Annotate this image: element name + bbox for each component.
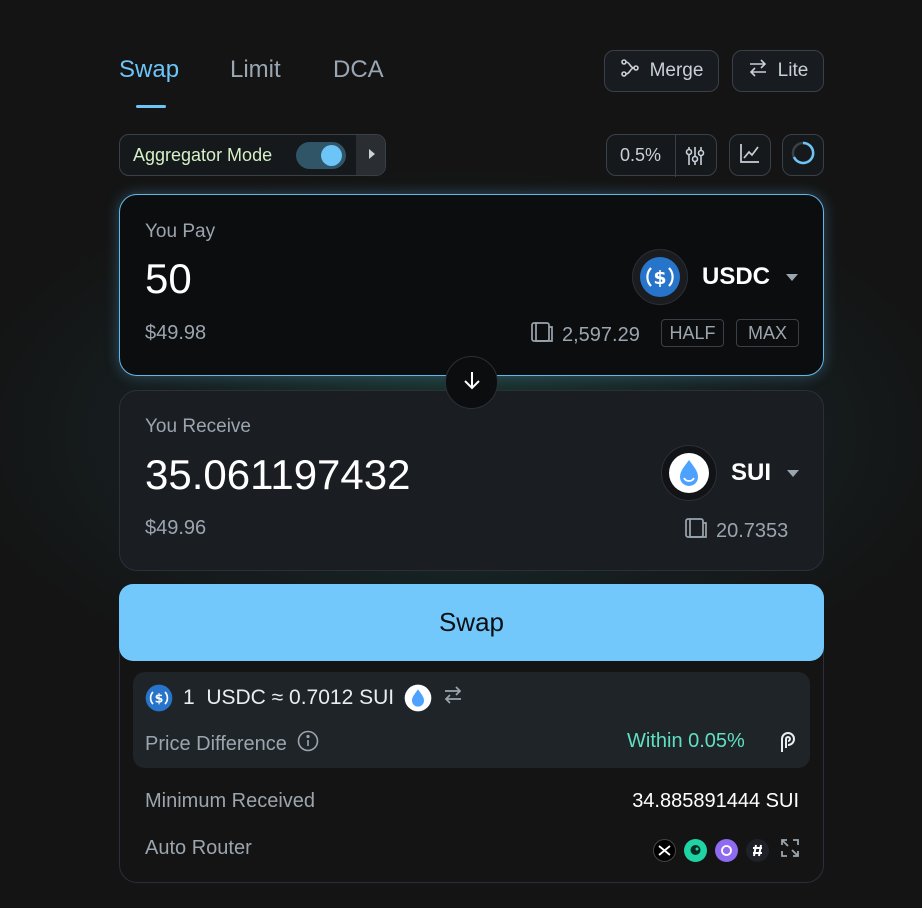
half-button[interactable]: HALF (661, 319, 724, 347)
refresh-button[interactable] (782, 134, 824, 176)
wallet-icon (530, 320, 554, 350)
aggregator-mode-control: Aggregator Mode (119, 134, 386, 176)
price-difference-value: Within 0.05% (627, 730, 745, 752)
pyth-oracle-icon (777, 728, 799, 759)
pay-balance-value: 2,597.29 (562, 323, 640, 346)
dex-ring-icon (715, 839, 738, 862)
sliders-icon (683, 144, 707, 173)
usdc-icon: $ (145, 684, 173, 712)
chevron-down-icon (786, 273, 799, 281)
max-button[interactable]: MAX (736, 319, 799, 347)
price-difference-label: Price Difference (145, 732, 287, 755)
aggregator-mode-toggle[interactable] (296, 142, 346, 169)
lite-label: Lite (777, 60, 809, 81)
tab-dca[interactable]: DCA (333, 56, 384, 84)
flip-tokens-button[interactable] (445, 356, 498, 409)
receive-balance-value: 20.7353 (716, 519, 789, 542)
wallet-icon (684, 516, 708, 546)
dex-stripes-icon (746, 839, 769, 862)
sui-icon (404, 684, 432, 712)
exchange-rate-text: 1 USDC ≈ 0.7012 SUI (183, 686, 395, 709)
sui-icon (661, 445, 717, 501)
exchange-rate: $ 1 USDC ≈ 0.7012 SUI (145, 684, 464, 712)
info-icon[interactable] (297, 730, 319, 758)
receive-token-name: SUI (731, 459, 772, 486)
svg-text:$: $ (155, 691, 164, 706)
merge-button[interactable]: Merge (604, 50, 719, 92)
pay-label: You Pay (145, 221, 216, 242)
price-difference-row: Price Difference (145, 730, 319, 758)
pay-card: You Pay 50 $49.98 $ USDC 2,597.29 HALF M… (119, 194, 824, 376)
receive-label: You Receive (145, 416, 251, 437)
expand-icon[interactable] (779, 837, 801, 864)
chevron-down-icon (787, 469, 800, 477)
pay-amount-input[interactable]: 50 (145, 255, 192, 303)
slippage-control[interactable]: 0.5% (606, 134, 717, 177)
arrow-down-icon (461, 369, 483, 396)
dex-bubble-icon (684, 839, 707, 862)
expand-button[interactable] (356, 135, 385, 175)
pay-balance: 2,597.29 (530, 320, 640, 350)
receive-card: You Receive 35.061197432 $49.96 SUI 20.7… (119, 390, 824, 571)
slippage-value: 0.5% (620, 145, 662, 165)
pay-token-name: USDC (702, 263, 771, 290)
refresh-timer-icon (790, 140, 816, 171)
swap-arrows-icon (748, 58, 768, 84)
pay-usd-value: $49.98 (145, 322, 207, 344)
receive-balance: 20.7353 (684, 516, 788, 546)
merge-icon (620, 58, 640, 84)
tab-limit[interactable]: Limit (230, 56, 281, 84)
merge-label: Merge (649, 60, 704, 81)
svg-text:$: $ (653, 267, 666, 289)
aggregator-mode-label: Aggregator Mode (133, 145, 273, 165)
minimum-received-label: Minimum Received (145, 790, 316, 812)
pay-token-selector[interactable]: $ USDC (632, 249, 799, 305)
router-dex-icons (653, 837, 801, 864)
chart-button[interactable] (729, 134, 771, 176)
receive-usd-value: $49.96 (145, 517, 207, 539)
chevron-right-icon (367, 147, 377, 165)
tab-swap[interactable]: Swap (119, 56, 179, 84)
swap-button[interactable]: Swap (119, 584, 824, 661)
receive-token-selector[interactable]: SUI (661, 445, 800, 501)
slippage-divider (675, 135, 676, 177)
usdc-icon: $ (632, 249, 688, 305)
switch-rate-icon[interactable] (442, 684, 464, 712)
lite-button[interactable]: Lite (732, 50, 824, 92)
active-tab-indicator (136, 105, 166, 108)
chart-icon (738, 141, 762, 170)
minimum-received-value: 34.885891444 SUI (632, 790, 799, 812)
auto-router-label: Auto Router (145, 837, 252, 859)
toggle-knob (321, 145, 342, 166)
receive-amount: 35.061197432 (145, 451, 411, 498)
dex-x-icon (653, 839, 676, 862)
